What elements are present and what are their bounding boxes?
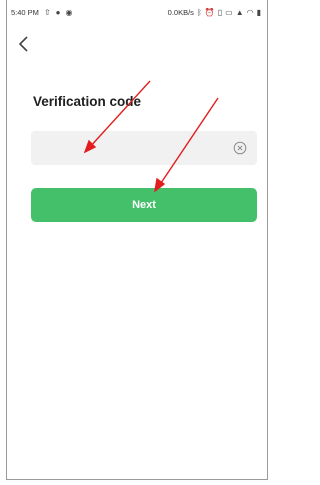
alarm-icon: ⏰ [204,7,215,17]
status-left: 5:40 PM ⇧ ● ◉ [11,8,72,17]
clear-circle-icon[interactable] [233,141,247,155]
hd-icon: ▭ [225,7,233,17]
status-right: 0.0KB/s ᛒ ⏰ ▯ ▭ ▲ ◠ ▮ [168,8,261,17]
verification-code-field[interactable] [31,131,257,165]
bluetooth-icon: ᛒ [196,7,202,17]
page-title: Verification code [33,94,142,109]
wifi-icon: ◠ [246,7,254,17]
signal-icon: ▲ [235,7,244,17]
vibrate-icon: ▯ [217,7,223,17]
dot-icon: ◉ [65,7,73,17]
circle-icon: ● [55,7,61,17]
upload-icon: ⇧ [43,7,51,17]
status-bar: 5:40 PM ⇧ ● ◉ 0.0KB/s ᛒ ⏰ ▯ ▭ ▲ ◠ ▮ [7,0,267,26]
back-arrow-icon[interactable] [17,34,31,54]
battery-icon: ▮ [256,7,261,17]
verification-code-input[interactable] [39,138,233,160]
phone-screen: 5:40 PM ⇧ ● ◉ 0.0KB/s ᛒ ⏰ ▯ ▭ ▲ ◠ ▮ Veri… [6,0,268,480]
network-speed: 0.0KB/s [167,8,194,17]
next-button[interactable]: Next [31,188,257,222]
status-time: 5:40 PM [11,8,39,17]
